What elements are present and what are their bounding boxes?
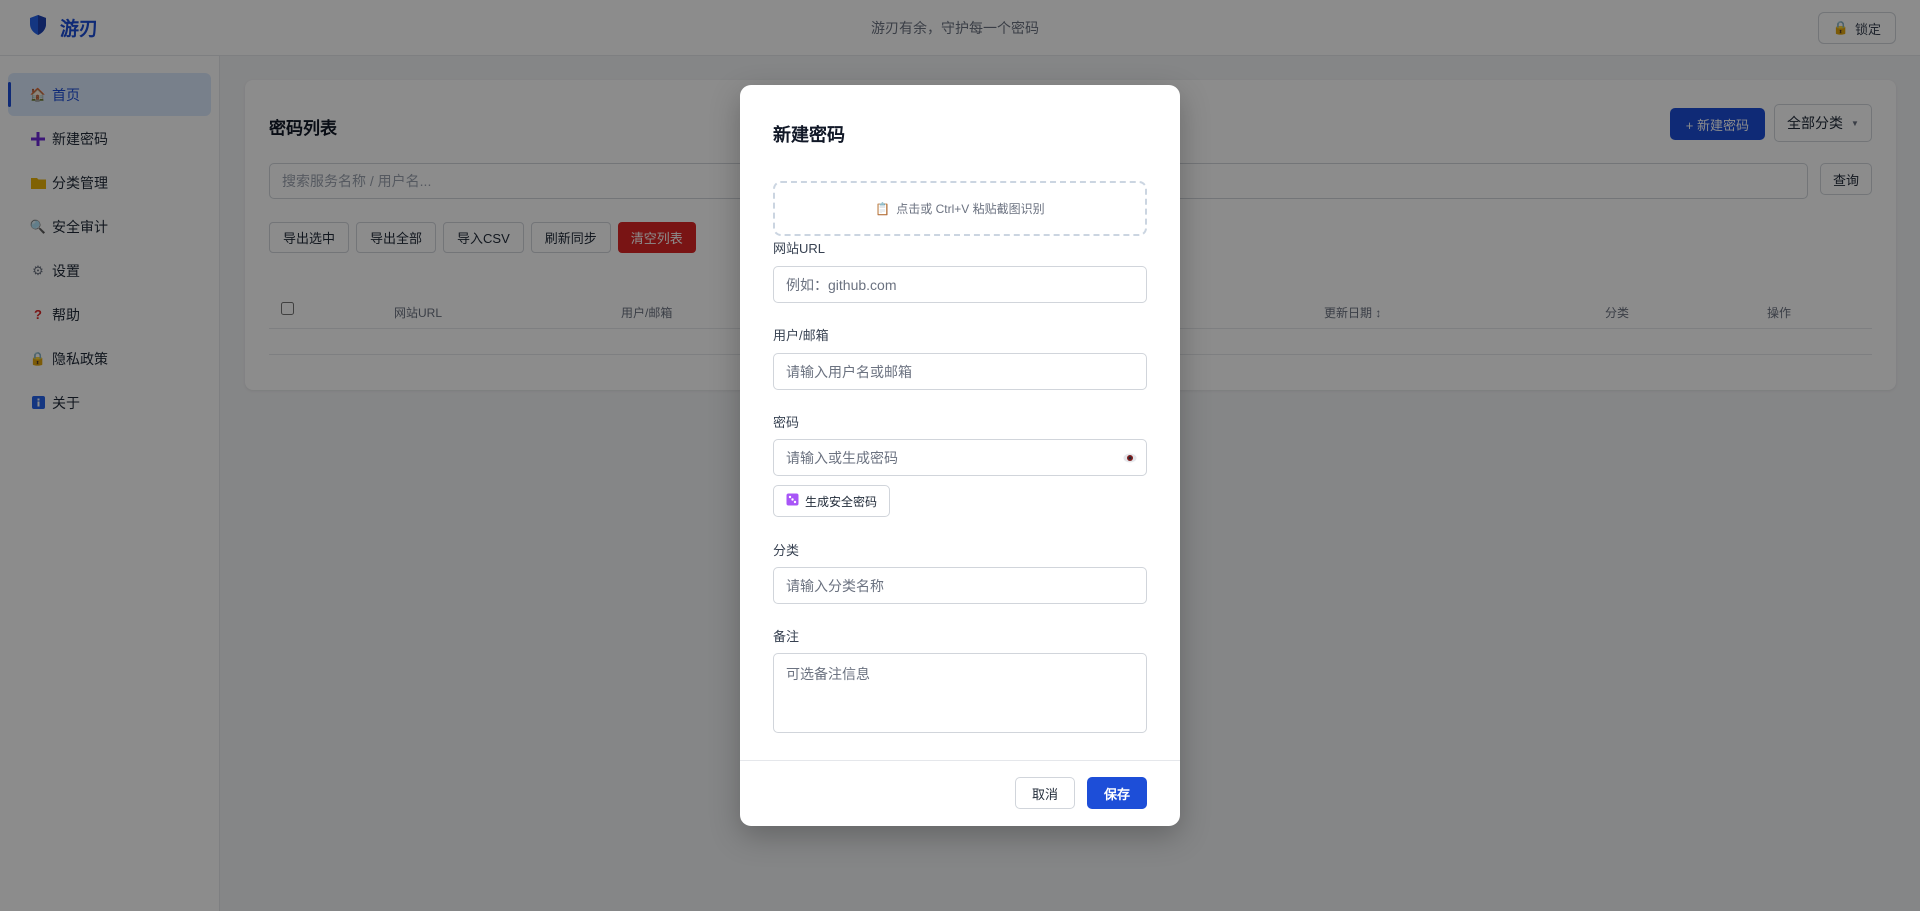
dice-icon	[786, 493, 799, 509]
notes-label: 备注	[773, 629, 800, 644]
cancel-button[interactable]: 取消	[1015, 777, 1075, 809]
user-label: 用户/邮箱	[773, 328, 829, 343]
show-password-eye-icon[interactable]	[1121, 449, 1139, 467]
screenshot-paste-zone[interactable]: 📋 点击或 Ctrl+V 粘贴截图识别	[773, 181, 1147, 236]
dialog-footer-divider	[740, 760, 1180, 761]
category-input[interactable]	[773, 567, 1147, 604]
save-button[interactable]: 保存	[1087, 777, 1147, 809]
dialog-title: 新建密码	[773, 125, 845, 145]
generate-password-button[interactable]: 生成安全密码	[773, 485, 891, 517]
password-input[interactable]	[773, 439, 1147, 476]
generate-password-label: 生成安全密码	[805, 494, 878, 509]
user-input[interactable]	[773, 353, 1147, 390]
notes-textarea[interactable]	[773, 653, 1147, 733]
new-password-dialog: 新建密码 📋 点击或 Ctrl+V 粘贴截图识别 网站URL 用户/邮箱 密码 …	[740, 85, 1180, 826]
url-input[interactable]	[773, 266, 1147, 303]
url-label: 网站URL	[773, 241, 826, 256]
category-label: 分类	[773, 543, 800, 558]
paste-hint: 点击或 Ctrl+V 粘贴截图识别	[896, 202, 1045, 216]
clipboard-icon: 📋	[875, 201, 891, 216]
password-label: 密码	[773, 415, 800, 430]
